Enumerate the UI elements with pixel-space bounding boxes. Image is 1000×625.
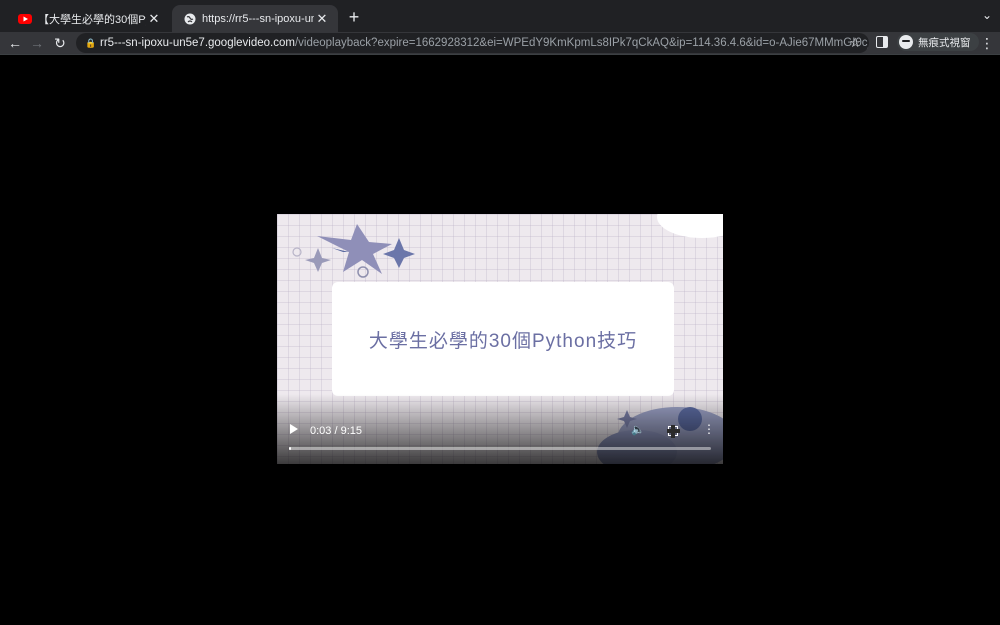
tab-title: https://rr5---sn-ipoxu-un5e7.goo xyxy=(202,12,314,25)
close-tab-icon[interactable]: ✕ xyxy=(146,11,162,27)
tab-strip: 【大學生必學的30個Python技巧 ✕ https://rr5---sn-ip… xyxy=(0,0,1000,32)
more-options-icon[interactable]: ⋮ xyxy=(703,422,715,436)
progress-bar[interactable] xyxy=(289,447,711,450)
tab-search-chevron-icon[interactable]: ⌄ xyxy=(982,8,992,22)
url-text: rr5---sn-ipoxu-un5e7.googlevideo.com/vid… xyxy=(100,37,869,49)
progress-fill xyxy=(289,447,292,450)
address-bar[interactable]: 🔒 rr5---sn-ipoxu-un5e7.googlevideo.com/v… xyxy=(76,33,869,53)
tab-video[interactable]: https://rr5---sn-ipoxu-un5e7.goo ✕ xyxy=(172,5,338,32)
fullscreen-icon[interactable] xyxy=(667,425,680,438)
youtube-icon xyxy=(18,13,32,24)
reload-icon[interactable]: ↻ xyxy=(51,34,69,52)
close-tab-icon[interactable]: ✕ xyxy=(314,11,330,27)
tab-title: 【大學生必學的30個Python技巧 xyxy=(38,13,146,26)
incognito-icon xyxy=(899,35,913,49)
play-icon[interactable] xyxy=(290,424,298,434)
lock-icon: 🔒 xyxy=(85,37,97,48)
volume-icon[interactable]: 🔈 xyxy=(631,423,645,436)
time-display: 0:03 / 9:15 xyxy=(310,425,362,437)
new-tab-button[interactable]: + xyxy=(344,7,364,27)
side-panel-icon[interactable] xyxy=(876,36,888,48)
bookmark-star-icon[interactable]: ☆ xyxy=(849,35,861,51)
back-icon[interactable]: ← xyxy=(6,34,24,52)
toolbar: ← → ↻ 🔒 rr5---sn-ipoxu-un5e7.googlevideo… xyxy=(0,32,1000,55)
video-overlay-title: 大學生必學的30個Python技巧 xyxy=(368,330,638,352)
profile-label: 無痕式視窗 xyxy=(918,36,971,49)
browser-menu-icon[interactable]: ⋮ xyxy=(980,34,994,52)
tab-youtube[interactable]: 【大學生必學的30個Python技巧 ✕ xyxy=(6,5,170,32)
incognito-profile-button[interactable]: 無痕式視窗 xyxy=(897,33,979,51)
video-player[interactable]: 大學生必學的30個Python技巧 0:03 / 9:15 🔈 ⋮ xyxy=(277,214,723,464)
forward-icon[interactable]: → xyxy=(28,34,46,52)
globe-icon xyxy=(184,13,196,24)
